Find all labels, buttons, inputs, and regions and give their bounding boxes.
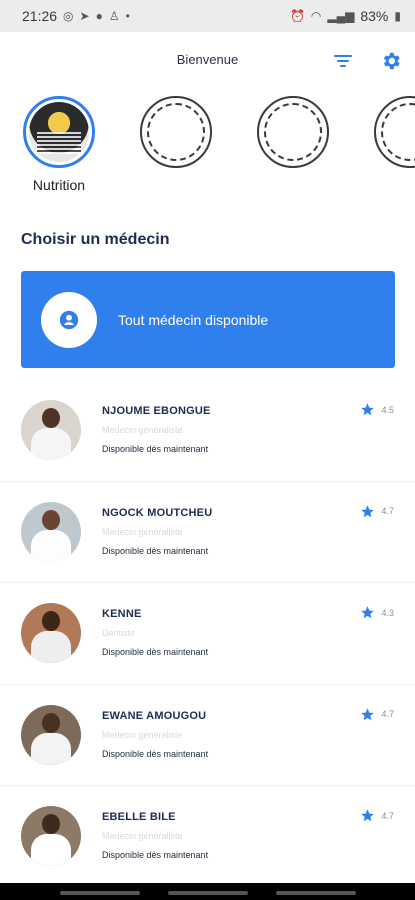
dot-icon: • — [125, 9, 130, 23]
any-doctor-card[interactable]: Tout médecin disponible — [21, 271, 395, 368]
rating-value: 4.3 — [381, 607, 394, 618]
system-nav-bar — [0, 883, 415, 900]
doctor-rating: 4.7 — [360, 504, 394, 519]
doctor-name: EWANE AMOUGOU — [102, 709, 207, 722]
doctor-avatar — [21, 704, 81, 765]
doctor-row[interactable]: EWANE AMOUGOU Medecin généraliste Dispon… — [0, 685, 415, 786]
doctor-rating: 4.7 — [360, 707, 394, 722]
wifi-icon: ◠ — [310, 9, 322, 23]
star-icon — [361, 504, 375, 517]
story-placeholder[interactable] — [257, 96, 329, 168]
story-nutrition[interactable] — [23, 96, 95, 168]
telegram-icon: ➤ — [79, 9, 90, 23]
doctor-rating: 4.5 — [360, 402, 394, 417]
doctor-list: NJOUME EBONGUE Medecin généraliste Dispo… — [0, 380, 415, 888]
story-placeholder[interactable] — [374, 96, 415, 168]
whatsapp-icon: ◎ — [63, 9, 74, 23]
doctor-availability: Disponible dès maintenant — [102, 647, 209, 657]
doctor-availability: Disponible dès maintenant — [102, 748, 209, 759]
filter-icon — [334, 55, 352, 67]
status-left: 21:26 ◎ ➤ ● ♙ • — [22, 8, 130, 24]
section-title: Choisir un médecin — [21, 231, 170, 248]
doctor-specialty: Dentiste — [102, 628, 136, 638]
nav-home-handle[interactable] — [168, 891, 248, 895]
star-icon — [361, 606, 375, 619]
star-icon — [361, 809, 375, 822]
any-doctor-avatar — [41, 291, 97, 348]
alarm-icon: ⏰ — [289, 9, 305, 23]
doctor-rating: 4.3 — [360, 605, 394, 620]
story-nutrition-image — [29, 102, 89, 162]
doctor-availability: Disponible dès maintenant — [102, 545, 209, 556]
notification-icon: ♙ — [108, 9, 120, 23]
battery-percent: 83% — [360, 8, 389, 24]
doctor-row[interactable]: NJOUME EBONGUE Medecin généraliste Dispo… — [0, 380, 415, 482]
rating-value: 4.7 — [381, 709, 394, 719]
signal-icon: ▂▄▆ — [327, 9, 355, 23]
doctor-specialty: Medecin généraliste — [102, 425, 183, 435]
doctor-specialty: Medecin généraliste — [102, 831, 183, 841]
status-time: 21:26 — [22, 8, 58, 24]
gear-icon — [383, 52, 400, 70]
doctor-name: KENNE — [102, 608, 142, 620]
story-label: Nutrition — [32, 177, 86, 193]
facebook-icon: ● — [95, 9, 103, 23]
battery-icon: ▮ — [394, 9, 401, 23]
doctor-specialty: Medecin généraliste — [102, 526, 183, 537]
any-doctor-label: Tout médecin disponible — [118, 311, 269, 328]
star-icon — [361, 707, 375, 720]
doctor-avatar — [21, 400, 81, 460]
doctor-name: NJOUME EBONGUE — [102, 405, 211, 417]
rating-value: 4.7 — [381, 506, 394, 516]
doctor-avatar — [21, 806, 81, 866]
app-bar: Bienvenue — [0, 32, 415, 88]
doctor-specialty: Medecin généraliste — [102, 729, 183, 740]
status-right: ⏰ ◠ ▂▄▆ 83% ▮ — [290, 8, 401, 24]
doctor-availability: Disponible dès maintenant — [102, 444, 209, 454]
star-icon — [361, 403, 375, 416]
nav-recent-handle[interactable] — [276, 891, 356, 895]
doctor-name: EBELLE BILE — [102, 811, 176, 823]
nav-back-handle[interactable] — [60, 891, 140, 895]
account-circle-icon — [59, 310, 79, 329]
status-bar: 21:26 ◎ ➤ ● ♙ • ⏰ ◠ ▂▄▆ 83% ▮ — [0, 0, 415, 32]
doctor-avatar — [21, 501, 81, 562]
doctor-name: NGOCK MOUTCHEU — [102, 506, 213, 519]
rating-value: 4.7 — [381, 810, 394, 821]
doctor-row[interactable]: KENNE Dentiste Disponible dès maintenant… — [0, 583, 415, 685]
settings-button[interactable] — [378, 48, 404, 74]
filter-button[interactable] — [330, 48, 356, 74]
doctor-rating: 4.7 — [360, 808, 394, 823]
doctor-avatar — [21, 603, 81, 663]
doctor-availability: Disponible dès maintenant — [102, 850, 209, 860]
doctor-row[interactable]: NGOCK MOUTCHEU Medecin généraliste Dispo… — [0, 482, 415, 583]
doctor-row[interactable]: EBELLE BILE Medecin généraliste Disponib… — [0, 786, 415, 888]
stories-row: Nutrition — [0, 96, 415, 206]
story-placeholder[interactable] — [140, 96, 212, 168]
rating-value: 4.5 — [381, 404, 394, 415]
